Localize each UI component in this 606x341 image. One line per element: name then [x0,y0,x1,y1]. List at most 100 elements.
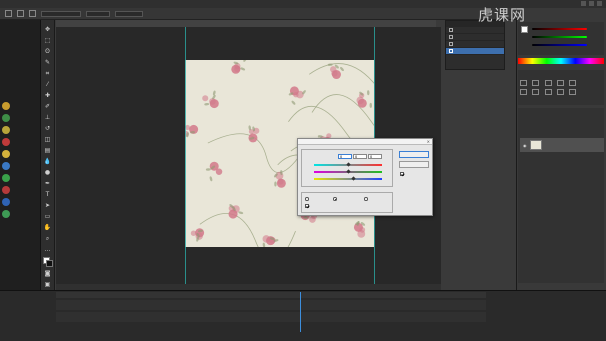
document-tab[interactable] [56,20,436,27]
healing-brush-tool-icon[interactable]: ✚ [43,92,52,100]
ok-button[interactable] [399,151,429,158]
history-brush-tool-icon[interactable]: ↺ [43,125,52,133]
eye-icon[interactable]: ◉ [523,143,527,148]
rose [293,92,299,98]
channel-mixer-icon[interactable] [569,89,577,95]
cancel-button[interactable] [399,161,429,168]
eyedropper-tool-icon[interactable]: ⁄ [43,81,52,89]
blur-tool-icon[interactable]: 💧 [43,158,52,166]
shadows-radio[interactable] [305,197,309,201]
mode-field[interactable] [86,10,110,17]
hue-saturation-icon[interactable] [520,89,527,95]
cyan-red-slider[interactable] [314,162,382,167]
exposure-icon[interactable] [556,80,564,86]
slider-thumb[interactable] [345,162,351,167]
history-item[interactable] [446,41,504,48]
plugin-icon[interactable] [2,126,10,134]
layers-panel [518,108,604,283]
crop-tool-icon[interactable]: ⌗ [43,70,52,78]
leaf [209,176,213,182]
lasso-tool-icon[interactable]: ʘ [43,48,52,56]
timeline-ruler[interactable] [56,292,486,298]
magenta-green-slider[interactable] [314,169,382,174]
close-icon[interactable] [597,1,602,6]
plugin-icon[interactable] [2,150,10,158]
size-field[interactable] [41,10,81,17]
path-select-tool-icon[interactable]: ➤ [43,202,52,210]
green-slider[interactable] [532,36,587,38]
minimize-icon[interactable] [581,1,586,6]
type-tool-icon[interactable]: T [43,191,52,199]
brush-icon[interactable] [17,10,24,17]
plugin-icon[interactable] [2,114,10,122]
yellow-blue-slider[interactable] [314,176,382,181]
level-magenta-green-input[interactable]: 0 [353,153,367,159]
history-item[interactable] [446,27,504,34]
midtones-radio[interactable] [333,197,337,201]
plugin-icon[interactable] [2,174,10,182]
history-state-icon [449,49,453,53]
brightness-icon[interactable] [520,80,527,86]
maximize-icon[interactable] [589,1,594,6]
vibrance-icon[interactable] [569,80,577,86]
more-tools-icon[interactable]: … [43,246,52,254]
leaf [243,60,247,62]
slider-thumb[interactable] [345,169,351,174]
close-icon[interactable]: × [427,139,430,144]
highlights-radio[interactable] [364,197,368,201]
tone-balance-group [301,192,393,213]
pen-tool-icon[interactable]: ✒ [43,180,52,188]
plugin-icon[interactable] [2,162,10,170]
move-tool-icon[interactable]: ✥ [43,26,52,34]
photo-filter-icon[interactable] [556,89,564,95]
shape-tool-icon[interactable]: ▭ [43,213,52,221]
plugin-icon[interactable] [2,186,10,194]
brush-tool-icon[interactable]: ✐ [43,103,52,111]
blue-slider[interactable] [532,44,587,46]
opacity-field[interactable] [115,10,143,17]
level-yellow-blue-input[interactable]: 0 [368,153,382,159]
red-slider[interactable] [532,28,587,30]
dodge-tool-icon[interactable]: ● [43,169,52,177]
tool-preset-icon[interactable] [5,10,12,17]
clone-stamp-tool-icon[interactable]: ⊥ [43,114,52,122]
rose [262,235,270,243]
plugin-icon[interactable] [2,198,10,206]
curves-icon[interactable] [544,80,552,86]
color-spectrum[interactable] [518,58,604,64]
rose [190,230,197,236]
black-white-icon[interactable] [544,89,552,95]
foreground-color-swatch[interactable] [521,26,528,33]
preserve-luminosity-checkbox[interactable] [305,204,309,208]
plugin-icon[interactable] [2,210,10,218]
plugin-icon[interactable] [2,138,10,146]
marquee-tool-icon[interactable]: ⬚ [43,37,52,45]
dialog-titlebar[interactable]: × [298,139,432,145]
history-item-current[interactable] [446,48,504,55]
timeline-track[interactable] [56,300,486,310]
color-balance-dialog: × 0 0 0 [297,138,433,216]
levels-icon[interactable] [532,80,540,86]
guide-line[interactable] [185,27,186,284]
preview-checkbox[interactable] [400,172,404,176]
timeline-track[interactable] [56,312,486,322]
screen-mode-icon[interactable]: ▣ [43,281,52,289]
plugin-icon[interactable] [2,102,10,110]
foreground-background-colors[interactable] [42,257,53,267]
gradient-tool-icon[interactable]: ▤ [43,147,52,155]
rose [215,168,223,175]
zoom-tool-icon[interactable]: ⌕ [43,235,52,243]
leaf [204,102,210,106]
hand-tool-icon[interactable]: ✋ [43,224,52,232]
airbrush-icon[interactable] [29,10,36,17]
background-color-swatch[interactable] [45,260,53,267]
layer-row[interactable]: ◉ [520,138,604,152]
color-balance-icon[interactable] [532,89,540,95]
level-cyan-red-input[interactable]: 0 [338,153,352,159]
eraser-tool-icon[interactable]: ◫ [43,136,52,144]
quick-select-tool-icon[interactable]: ✎ [43,59,52,67]
history-item[interactable] [446,34,504,41]
timeline-playhead[interactable] [300,292,301,332]
quick-mask-icon[interactable]: ◙ [43,270,52,278]
slider-thumb[interactable] [351,176,356,181]
